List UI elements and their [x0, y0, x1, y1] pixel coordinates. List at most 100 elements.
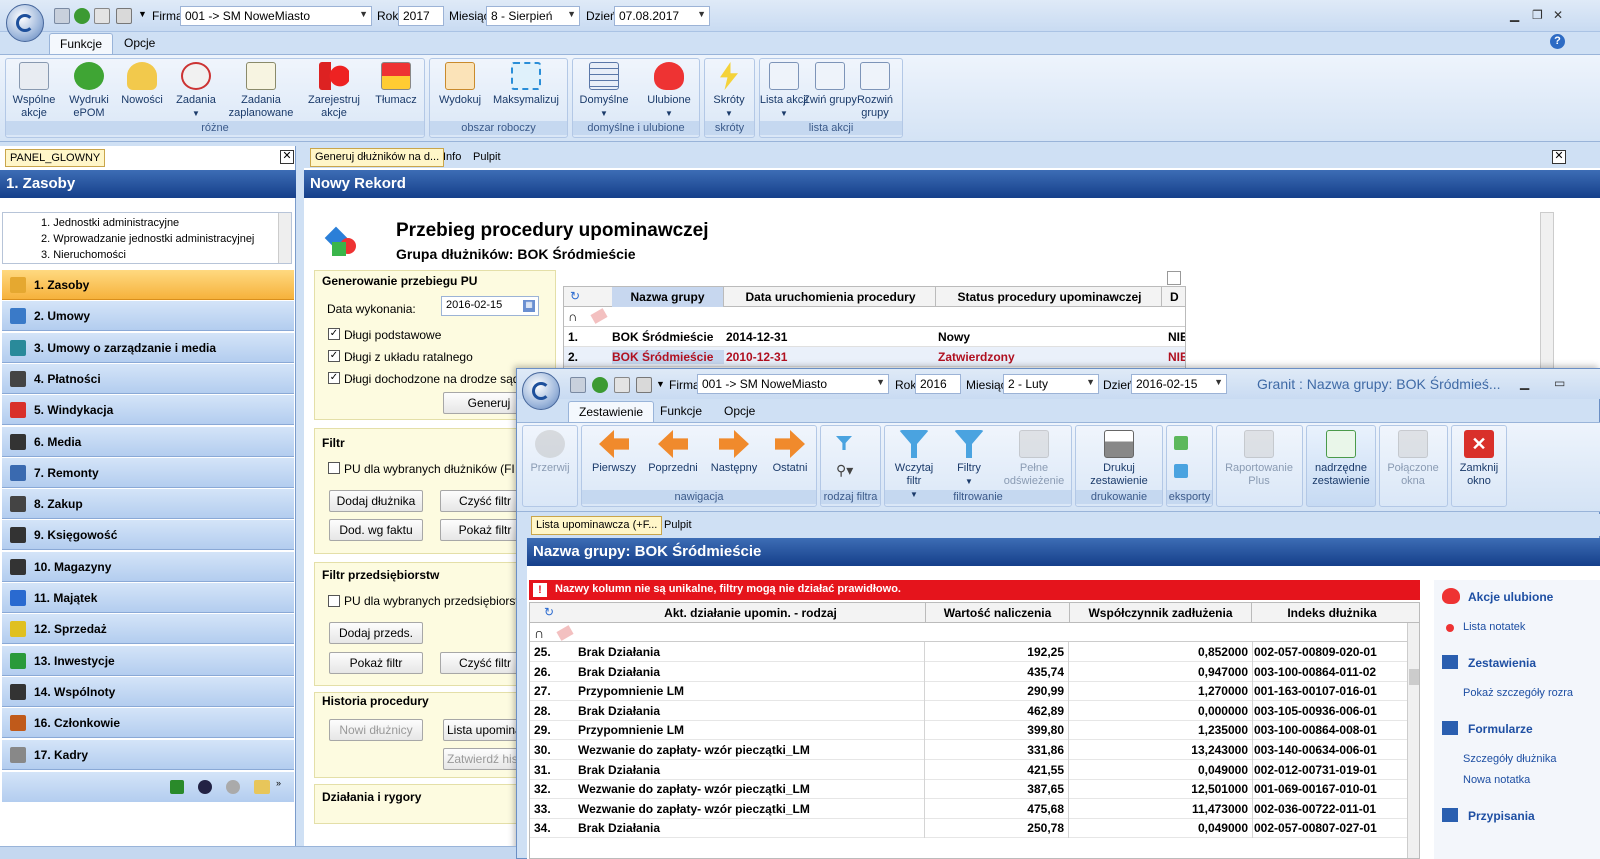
poprzedni-button[interactable]: Poprzedni: [645, 430, 701, 475]
nastepny-button[interactable]: Następny: [706, 430, 762, 475]
minimize-button[interactable]: ▁: [1510, 8, 1519, 22]
person-icon[interactable]: [198, 780, 212, 794]
close-icon[interactable]: ✕: [280, 150, 294, 164]
maksymalizuj-button[interactable]: Maksymalizuj: [492, 62, 560, 107]
tree-item[interactable]: 1. Jednostki administracyjne: [41, 215, 291, 231]
print-icon[interactable]: [636, 377, 652, 393]
pierwszy-button[interactable]: Pierwszy: [586, 430, 642, 475]
restore-button[interactable]: ❐: [1532, 8, 1543, 22]
tab-zestawienie[interactable]: Zestawienie: [568, 401, 655, 423]
close-button[interactable]: ✕: [1553, 8, 1563, 22]
zamknij-okno-button[interactable]: ✕ Zamknij okno: [1452, 430, 1506, 488]
nowosci-button[interactable]: Nowości: [114, 62, 170, 107]
table-row[interactable]: 34. Brak Działania 250,78 0,049000 002-057-0…: [530, 818, 1407, 839]
checkbox[interactable]: ✓: [328, 350, 340, 362]
table-row[interactable]: 29. Przypomnienie LM 399,80 1,235000 003-100…: [530, 720, 1407, 741]
dod-wg-faktu-button[interactable]: Dod. wg faktu: [329, 519, 423, 541]
tab-funkcje[interactable]: Funkcje: [49, 33, 114, 55]
column-header[interactable]: Nazwa grupy: [612, 287, 724, 307]
chevron-down-icon[interactable]: ▼: [138, 9, 147, 19]
app-logo-button[interactable]: [522, 372, 560, 410]
nav-item[interactable]: 10. Magazyny: [2, 551, 294, 582]
data-field[interactable]: 2016-02-15 ▦: [441, 296, 539, 316]
doc-scrollbar[interactable]: [1540, 212, 1554, 372]
nav-item[interactable]: 12. Sprzedaż: [2, 614, 294, 645]
nav-item[interactable]: 7. Remonty: [2, 457, 294, 488]
nav-item[interactable]: 16. Członkowie: [2, 708, 294, 739]
tlumacz-button[interactable]: Tłumacz: [368, 62, 424, 107]
column-header[interactable]: Akt. działanie upomin. - rodzaj: [576, 603, 926, 623]
szczegoly-dluznika-link[interactable]: Szczegóły dłużnika: [1463, 753, 1557, 765]
dzien-picker[interactable]: 2016-02-15 ▼: [1131, 374, 1227, 394]
export-icon[interactable]: [1174, 436, 1188, 450]
checkbox[interactable]: ✓: [328, 328, 340, 340]
tab-funkcje[interactable]: Funkcje: [650, 401, 712, 423]
refresh-icon[interactable]: ↻: [570, 289, 580, 303]
nav-item[interactable]: 8. Zakup: [2, 489, 294, 520]
maximize-button[interactable]: ▭: [1554, 376, 1565, 390]
nav-item[interactable]: 17. Kadry: [2, 739, 294, 770]
lista-notatek-link[interactable]: Lista notatek: [1463, 621, 1525, 633]
nowi-dluznicy-button[interactable]: Nowi dłużnicy: [329, 719, 423, 741]
drukuj-zestawienie-button[interactable]: Drukuj zestawienie: [1082, 430, 1156, 488]
chevron-down-icon[interactable]: »: [276, 778, 281, 788]
print-icon[interactable]: [116, 8, 132, 24]
column-header[interactable]: Status procedury upominawczej: [938, 287, 1162, 307]
dodaj-dluznika-button[interactable]: Dodaj dłużnika: [329, 490, 423, 512]
nav-item[interactable]: 11. Majątek: [2, 583, 294, 613]
przypisania-title[interactable]: Przypisania: [1468, 809, 1535, 823]
panel-tab[interactable]: PANEL_GLOWNY: [5, 149, 106, 167]
column-header[interactable]: Wartość naliczenia: [926, 603, 1070, 623]
nav-item[interactable]: 5. Windykacja: [2, 395, 294, 426]
folder-icon[interactable]: [254, 780, 270, 794]
nav-item[interactable]: 4. Płatności: [2, 363, 294, 394]
filter-icon[interactable]: ∩: [568, 309, 577, 324]
tree-scrollbar[interactable]: [278, 213, 291, 263]
nav-item[interactable]: 1. Zasoby: [2, 270, 294, 300]
tab-info[interactable]: Info: [443, 151, 461, 163]
rok-field[interactable]: 2016: [915, 374, 961, 394]
tree-item[interactable]: 2. Wprowadzanie jednostki administracyjn…: [41, 231, 291, 247]
miesiac-select[interactable]: 8 - Sierpień ▼: [486, 6, 580, 26]
nav-item[interactable]: 6. Media: [2, 426, 294, 457]
column-chooser-icon[interactable]: [1167, 271, 1181, 285]
dodaj-przeds-button[interactable]: Dodaj przeds.: [329, 622, 423, 644]
table-row[interactable]: 30. Wezwanie do zapłaty- wzór pieczątki_L…: [530, 740, 1407, 760]
tree-list[interactable]: 1. Jednostki administracyjne 2. Wprowadz…: [2, 212, 292, 264]
column-header[interactable]: Indeks dłużnika: [1252, 603, 1412, 623]
filter-icon[interactable]: ∩: [534, 625, 544, 641]
table-row[interactable]: 2. BOK Śródmieście 2010-12-31 Zatwierdzony N…: [564, 347, 1185, 367]
help-icon[interactable]: ?: [1550, 34, 1565, 49]
table-row[interactable]: 1. BOK Śródmieście 2014-12-31 Nowy NIE: [564, 327, 1185, 347]
app-logo-button[interactable]: [6, 4, 44, 42]
tab-pulpit[interactable]: Pulpit: [473, 151, 501, 163]
checkbox[interactable]: [328, 462, 340, 474]
wczytaj-filtr-button[interactable]: Wczytaj filtr ▼: [886, 430, 942, 501]
search-icon[interactable]: ⚲▾: [836, 462, 853, 479]
minimize-button[interactable]: ▁: [1520, 376, 1529, 390]
close-icon[interactable]: ✕: [1552, 150, 1566, 164]
grid-icon[interactable]: [570, 377, 586, 393]
rok-field[interactable]: 2017: [398, 6, 444, 26]
nav-item[interactable]: 9. Księgowość: [2, 520, 294, 551]
tab-pulpit[interactable]: Pulpit: [664, 519, 692, 531]
wydokuj-button[interactable]: Wydokuj: [432, 62, 488, 107]
table-row[interactable]: 26. Brak Działania 435,74 0,947000 003-100-0…: [530, 661, 1407, 682]
refresh-icon[interactable]: [170, 780, 184, 794]
nadrzedne-zestawienie-button[interactable]: nadrzędne zestawienie: [1306, 430, 1376, 488]
calc-icon[interactable]: [94, 8, 110, 24]
raportowanie-plus-button[interactable]: Raportowanie Plus: [1220, 430, 1298, 488]
domyslne-button[interactable]: Domyślne ▼: [576, 62, 632, 120]
zarejestruj-akcje-button[interactable]: Zarejestruj akcje: [305, 62, 363, 120]
refresh-icon[interactable]: ↻: [544, 605, 554, 619]
column-header[interactable]: Data uruchomienia procedury: [726, 287, 936, 307]
calc-icon[interactable]: [614, 377, 630, 393]
pokaz-szczegoly-link[interactable]: Pokaż szczegóły rozra: [1463, 687, 1573, 699]
tree-icon[interactable]: [592, 377, 608, 393]
miesiac-select[interactable]: 2 - Luty ▼: [1003, 374, 1099, 394]
table-row[interactable]: 33. Wezwanie do zapłaty- wzór pieczątki_L…: [530, 798, 1407, 819]
zestawienia-title[interactable]: Zestawienia: [1468, 656, 1536, 670]
scroll-thumb[interactable]: [1409, 669, 1419, 685]
formularze-title[interactable]: Formularze: [1468, 722, 1533, 736]
nowa-notatka-link[interactable]: Nowa notatka: [1463, 774, 1530, 786]
